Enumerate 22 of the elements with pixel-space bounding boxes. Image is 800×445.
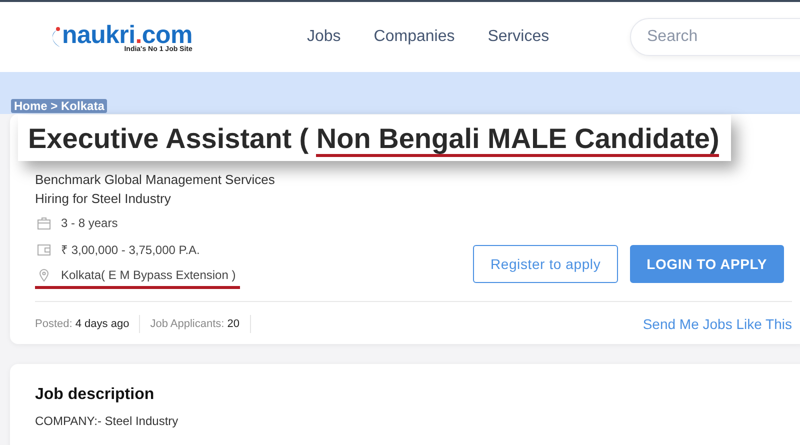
register-button[interactable]: Register to apply xyxy=(473,245,618,283)
login-button[interactable]: LOGIN TO APPLY xyxy=(630,245,784,283)
wallet-icon xyxy=(37,242,51,256)
job-stat: Job Applicants: 20 xyxy=(150,315,251,333)
job-detail: ₹ 3,00,000 - 3,75,000 P.A. xyxy=(35,240,200,260)
breadcrumb: Home > Kolkata xyxy=(11,99,108,113)
nav-link[interactable]: Jobs xyxy=(307,28,341,46)
briefcase-icon xyxy=(37,216,51,230)
description-text: COMPANY:- Steel Industry xyxy=(35,414,180,428)
job-stat: Posted: 4 days ago xyxy=(35,315,140,333)
section-heading: Job description xyxy=(35,386,156,404)
logo-swoosh-icon xyxy=(50,27,60,47)
company-name: Benchmark Global Management Services xyxy=(35,171,276,189)
nav-link[interactable]: Companies xyxy=(374,28,455,46)
job-title: Executive Assistant ( Non Bengali MALE Candidate) xyxy=(18,115,732,161)
search-field[interactable]: Search xyxy=(630,18,800,56)
location-pin-icon xyxy=(37,268,51,282)
hiring-for-text: Hiring for Steel Industry xyxy=(35,190,172,208)
send-jobs-link[interactable]: Send Me Jobs Like This xyxy=(642,316,792,332)
job-detail: 3 - 8 years xyxy=(35,214,118,234)
nav-link[interactable]: Services xyxy=(488,28,550,46)
underlined-detail: Kolkata( E M Bypass Extension ) xyxy=(35,266,240,289)
